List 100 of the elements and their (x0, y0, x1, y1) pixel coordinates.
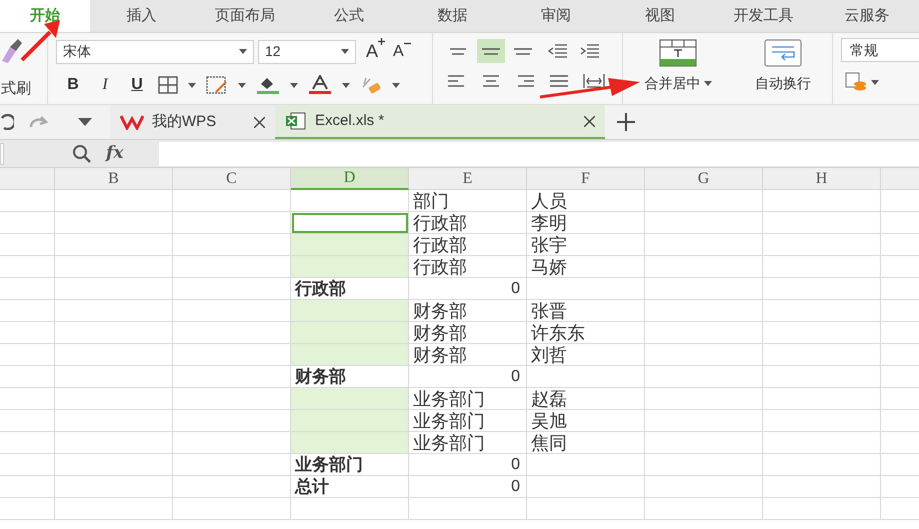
table-cell[interactable] (291, 300, 409, 322)
table-cell[interactable] (55, 498, 173, 520)
table-cell[interactable] (291, 432, 409, 454)
table-cell[interactable] (527, 454, 645, 476)
table-cell[interactable] (645, 366, 763, 388)
table-cell[interactable] (291, 344, 409, 366)
table-cell[interactable] (645, 234, 763, 256)
table-cell[interactable] (763, 190, 881, 212)
table-cell[interactable] (173, 454, 291, 476)
table-cell[interactable]: 张宇 (527, 234, 645, 256)
table-cell[interactable] (0, 388, 55, 410)
table-cell[interactable] (55, 432, 173, 454)
menu-tab[interactable]: 审阅 (504, 0, 608, 32)
table-cell[interactable]: 人员 (527, 190, 645, 212)
table-cell[interactable] (409, 498, 527, 520)
distribute-icon[interactable] (583, 73, 605, 89)
caret-icon[interactable] (290, 82, 298, 88)
close-icon[interactable] (584, 116, 595, 126)
table-cell[interactable] (291, 234, 409, 256)
table-cell[interactable] (173, 476, 291, 498)
table-cell[interactable] (645, 388, 763, 410)
column-header[interactable]: F (527, 168, 645, 190)
table-cell[interactable] (55, 366, 173, 388)
table-cell[interactable] (763, 432, 881, 454)
table-cell[interactable]: 吴旭 (527, 410, 645, 432)
formula-input-field[interactable] (159, 142, 919, 166)
table-cell[interactable]: 许东东 (527, 322, 645, 344)
menu-tab[interactable]: 开发工具 (712, 0, 816, 32)
table-cell[interactable] (763, 410, 881, 432)
indent-increase-icon[interactable] (579, 43, 601, 59)
table-cell[interactable] (55, 388, 173, 410)
align-right-icon[interactable] (515, 73, 535, 89)
table-cell[interactable]: 焦同 (527, 432, 645, 454)
table-cell[interactable] (763, 234, 881, 256)
table-cell[interactable] (645, 322, 763, 344)
table-cell[interactable] (0, 278, 55, 300)
table-cell[interactable] (645, 432, 763, 454)
table-cell[interactable] (763, 256, 881, 278)
table-cell[interactable] (0, 322, 55, 344)
table-cell[interactable] (763, 344, 881, 366)
wrap-text-button[interactable]: 自动换行 (754, 39, 811, 94)
table-cell[interactable] (763, 300, 881, 322)
table-cell[interactable] (645, 190, 763, 212)
table-cell[interactable] (291, 388, 409, 410)
caret-icon[interactable] (238, 82, 246, 88)
table-cell[interactable] (645, 498, 763, 520)
table-cell[interactable] (645, 410, 763, 432)
format-painter-button[interactable]: 式刷 (1, 78, 31, 100)
table-cell[interactable] (763, 476, 881, 498)
summary-cell[interactable]: 业务部门 (291, 454, 409, 476)
add-tab-icon[interactable] (617, 113, 635, 131)
table-cell[interactable] (763, 366, 881, 388)
table-cell[interactable] (0, 366, 55, 388)
table-cell[interactable] (55, 454, 173, 476)
table-cell[interactable]: 0 (409, 278, 527, 300)
justify-icon[interactable] (549, 73, 569, 89)
merge-center-button[interactable]: 合并居中 (644, 39, 712, 94)
table-cell[interactable]: 财务部 (409, 344, 527, 366)
table-cell[interactable]: 行政部 (409, 256, 527, 278)
table-cell[interactable] (55, 300, 173, 322)
table-cell[interactable] (0, 234, 55, 256)
menu-tab[interactable]: 数据 (400, 0, 504, 32)
close-icon[interactable] (254, 116, 265, 128)
caret-icon[interactable] (704, 81, 712, 86)
dropdown-caret-icon[interactable] (78, 118, 92, 126)
align-button[interactable] (477, 39, 505, 63)
table-cell[interactable] (55, 234, 173, 256)
table-cell[interactable] (763, 498, 881, 520)
font-size-dropdown[interactable]: 12 (258, 40, 356, 64)
column-header[interactable]: C (173, 168, 291, 190)
table-cell[interactable]: 李明 (527, 212, 645, 234)
table-cell[interactable] (291, 498, 409, 520)
menu-tab[interactable]: 开始 (0, 0, 90, 32)
table-cell[interactable] (55, 256, 173, 278)
document-tab[interactable]: 我的WPS (110, 105, 275, 139)
menu-tab[interactable]: 视图 (608, 0, 712, 32)
table-cell[interactable]: 业务部门 (409, 410, 527, 432)
table-cell[interactable] (55, 322, 173, 344)
table-cell[interactable] (0, 454, 55, 476)
currency-coins-icon[interactable] (845, 72, 867, 92)
table-cell[interactable] (173, 498, 291, 520)
table-cell[interactable] (763, 278, 881, 300)
table-cell[interactable]: 0 (409, 476, 527, 498)
cell-style-icon[interactable] (206, 76, 228, 94)
table-cell[interactable] (645, 454, 763, 476)
table-cell[interactable] (0, 344, 55, 366)
table-cell[interactable] (55, 212, 173, 234)
column-header[interactable] (881, 168, 919, 190)
table-cell[interactable]: 0 (409, 454, 527, 476)
table-cell[interactable]: 业务部门 (409, 388, 527, 410)
grow-font-button[interactable]: A (366, 38, 386, 65)
table-cell[interactable] (763, 388, 881, 410)
table-cell[interactable] (291, 190, 409, 212)
table-cell[interactable]: 行政部 (409, 234, 527, 256)
column-header[interactable] (0, 168, 55, 190)
table-cell[interactable] (645, 344, 763, 366)
table-cell[interactable] (645, 278, 763, 300)
column-header[interactable]: B (55, 168, 173, 190)
table-cell[interactable]: 行政部 (409, 212, 527, 234)
document-tab[interactable]: Excel.xls * (275, 105, 605, 139)
